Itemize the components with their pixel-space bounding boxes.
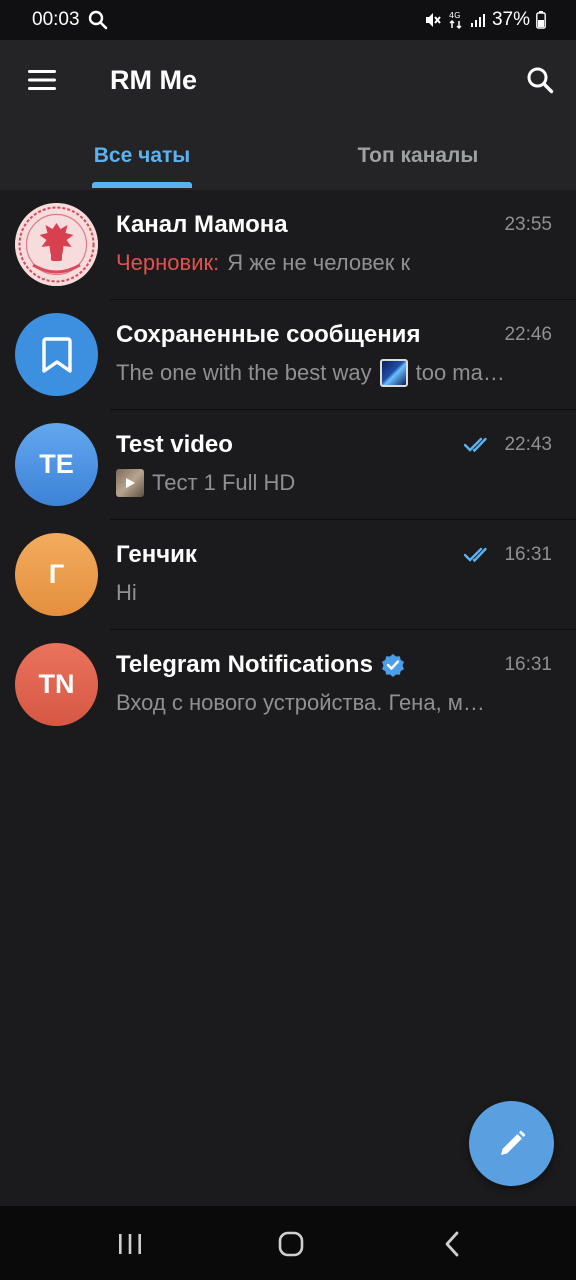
chat-row-genchik[interactable]: Г Генчик 16:31 Hi [0,520,576,630]
status-right: 4G 37% [424,9,546,31]
chat-preview: Hi [116,578,552,608]
status-bar: 00:03 4G 37% [0,0,576,40]
video-thumbnail [116,469,144,497]
avatar-initials: TE [39,449,74,479]
app-header: RM Me Все чаты Топ каналы [0,40,576,190]
home-icon[interactable] [271,1224,311,1264]
chat-time-text: 22:43 [504,434,552,455]
preview-text: Я же не человек к [227,250,411,275]
avatar: Г [15,533,98,616]
preview-text: Hi [116,580,137,605]
signal-icon [470,12,486,28]
chat-name-text: Telegram Notifications [116,651,373,678]
chat-name: Test video [116,430,233,460]
battery-icon [536,11,546,29]
chat-preview: Тест 1 Full HD [116,468,552,498]
avatar-initials: TN [38,669,75,699]
chat-time-text: 23:55 [504,214,552,235]
chat-name-text: Test video [116,431,233,458]
chat-row-kanal-mamona[interactable]: Канал Мамона 23:55 Черновик: Я же не чел… [0,190,576,300]
chat-time-text: 16:31 [504,544,552,565]
active-tab-indicator [92,182,192,188]
preview-text: Вход с нового устройства. Гена, м… [116,690,485,715]
chat-row-saved-messages[interactable]: Сохраненные сообщения 22:46 The one with… [0,300,576,410]
preview-text: Тест 1 Full HD [152,470,296,495]
chat-time: 22:46 [504,322,552,348]
battery-percent: 37% [491,9,530,30]
avatar: TE [15,423,98,506]
chat-preview: The one with the best way too ma… [116,358,552,388]
status-time: 00:03 [32,9,80,30]
chat-name-text: Генчик [116,541,197,568]
back-icon[interactable] [432,1224,472,1264]
search-icon [88,10,108,30]
chat-name-text: Сохраненные сообщения [116,321,421,348]
search-icon[interactable] [520,60,560,100]
saved-messages-avatar [15,313,98,396]
recent-apps-icon[interactable] [110,1224,150,1264]
chat-time: 16:31 [504,652,552,678]
chat-name: Сохраненные сообщения [116,320,420,350]
chat-row-telegram-notifications[interactable]: TN Telegram Notifications 16:31 Вход с н… [0,630,576,740]
double-check-icon [464,546,494,564]
preview-text: The one with the best way [116,360,372,385]
chat-name: Канал Мамона [116,210,288,240]
chat-time: 23:55 [504,212,552,238]
app-title: RM Me [110,65,197,95]
chat-time-text: 22:46 [504,324,552,345]
svg-text:4G: 4G [449,11,460,20]
draft-label: Черновик: [116,250,220,275]
verified-badge-icon [381,653,405,677]
system-nav-bar [0,1206,576,1280]
chat-preview: Черновик: Я же не человек к [116,248,552,278]
compose-button[interactable] [469,1101,554,1186]
chat-time: 22:43 [464,432,552,458]
chat-name: Генчик [116,540,197,570]
image-thumbnail [379,359,408,387]
pencil-icon [500,1130,525,1155]
avatar-initials: Г [48,559,65,589]
chat-name: Telegram Notifications [116,650,405,680]
chat-time: 16:31 [464,542,552,568]
chat-preview: Вход с нового устройства. Гена, м… [116,688,552,718]
emblem-seal-avatar [15,203,98,286]
preview-text-end: too ma… [415,360,505,385]
chat-time-text: 16:31 [504,654,552,675]
mute-icon [424,11,442,29]
network-4g-icon: 4G [448,10,464,30]
chat-row-test-video[interactable]: TE Test video 22:43 Тест 1 Full HD [0,410,576,520]
hamburger-menu-icon[interactable] [24,62,60,98]
double-check-icon [464,436,494,454]
bookmark-icon [41,336,72,373]
chat-list: Канал Мамона 23:55 Черновик: Я же не чел… [0,190,576,740]
tab-top-channels[interactable]: Топ каналы [330,132,506,190]
status-left: 00:03 [32,9,108,31]
chat-name-text: Канал Мамона [116,211,288,238]
avatar: TN [15,643,98,726]
